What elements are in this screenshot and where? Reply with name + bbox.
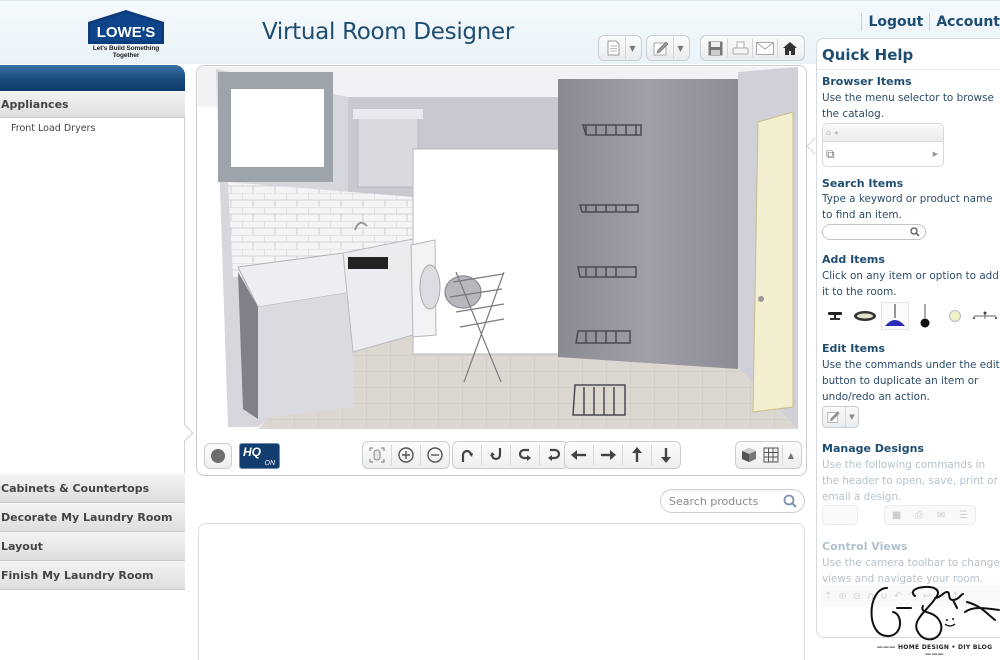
catalog-item-icon: ⧉ ▶: [823, 142, 943, 166]
help-text-browser-items: Use the menu selector to browse the cata…: [822, 92, 994, 120]
3d-viewport: HQ ON ▲: [196, 65, 807, 476]
help-text-manage-designs: Use the following commands in the header…: [822, 459, 998, 503]
logo-tagline: Let's Build Something Together: [92, 45, 160, 59]
file-menu-button[interactable]: ▼: [598, 35, 642, 61]
orbit-down-icon[interactable]: [482, 442, 510, 468]
help-text-search-items: Type a keyword or product name to find a…: [822, 193, 993, 221]
search-icon: [910, 227, 920, 237]
collapsed-categories: Cabinets & Countertops Decorate My Laund…: [0, 474, 185, 590]
laundry-room-scene: [198, 67, 798, 429]
document-icon[interactable]: [601, 37, 625, 59]
envelope-icon[interactable]: [753, 37, 777, 59]
logo-wordmark: LOWE'S: [97, 24, 156, 41]
quick-help-title: Quick Help: [822, 46, 914, 64]
zoom-in-icon[interactable]: [392, 442, 420, 468]
edit-menu-button[interactable]: ▼: [646, 35, 690, 61]
pan-down-icon[interactable]: [652, 442, 680, 468]
category-cabinets-countertops[interactable]: Cabinets & Countertops: [0, 474, 185, 503]
help-heading-control-views: Control Views: [822, 540, 908, 553]
help-heading-browser-items: Browser Items: [822, 75, 912, 88]
hq-label: HQ: [243, 445, 261, 459]
category-decorate-laundry-room[interactable]: Decorate My Laundry Room: [0, 503, 185, 532]
search-icon[interactable]: [783, 494, 797, 508]
lowes-logo[interactable]: LOWE'S Let's Build Something Together: [80, 10, 172, 59]
black-pendant-light-icon[interactable]: [911, 302, 939, 330]
pencil-icon: [823, 407, 845, 427]
help-heading-add-items: Add Items: [822, 253, 885, 266]
quick-help-panel: Quick Help Browser Items Use the menu se…: [816, 38, 1000, 638]
category-finish-laundry-room[interactable]: Finish My Laundry Room: [0, 561, 185, 590]
record-button[interactable]: [204, 443, 232, 469]
zoom-out-icon[interactable]: [421, 442, 449, 468]
pencil-icon[interactable]: [649, 37, 673, 59]
product-search-input[interactable]: [669, 493, 779, 510]
zoom-tools: [362, 441, 450, 469]
help-heading-search-items: Search Items: [822, 177, 904, 190]
chevron-down-icon[interactable]: ▼: [673, 37, 687, 59]
help-heading-edit-items: Edit Items: [822, 342, 886, 355]
home-back-icon: ⌂ ◂: [823, 124, 943, 142]
grid-2d-icon[interactable]: [760, 442, 782, 468]
divider: [861, 13, 863, 31]
record-dot-icon: [211, 449, 225, 463]
browser-illustration: ⌂ ◂ ⧉ ▶: [822, 123, 944, 167]
floppy-disk-icon[interactable]: [703, 37, 727, 59]
product-search-box: [660, 489, 805, 513]
signature-graphic: [870, 585, 1000, 641]
category-layout[interactable]: Layout: [0, 532, 185, 561]
chevron-down-icon: ▼: [845, 407, 858, 427]
track-light-icon[interactable]: [971, 302, 999, 330]
product-results-panel: [198, 523, 805, 660]
lowes-house-logo-icon: LOWE'S: [88, 10, 164, 44]
account-links: Logout Account: [855, 11, 1000, 33]
watermark-caption: ——— HOME DESIGN • DIY BLOG ———: [876, 644, 993, 658]
hq-state: ON: [264, 460, 276, 467]
divider: [817, 69, 1000, 70]
account-link[interactable]: Account: [936, 14, 1000, 30]
divider: [929, 13, 931, 31]
help-heading-manage-designs: Manage Designs: [822, 442, 924, 455]
hq-toggle[interactable]: HQ ON: [239, 443, 280, 469]
help-text-edit-items: Use the commands under the edit button t…: [822, 359, 1000, 403]
chevron-up-icon[interactable]: ▲: [783, 442, 799, 468]
logout-link[interactable]: Logout: [868, 14, 923, 30]
fit-view-icon[interactable]: [363, 442, 391, 468]
app-title: Virtual Room Designer: [262, 19, 514, 45]
home-icon[interactable]: [778, 37, 802, 59]
pan-up-icon[interactable]: [623, 442, 651, 468]
help-text-add-items: Click on any item or option to add it to…: [822, 270, 999, 298]
rotate-left-icon[interactable]: [511, 442, 539, 468]
blue-pendant-light-icon[interactable]: [881, 302, 909, 330]
globe-light-icon[interactable]: [941, 302, 969, 330]
printer-icon[interactable]: [728, 37, 752, 59]
view-mode-tools: ▲: [735, 441, 802, 469]
search-illustration: [822, 224, 926, 240]
envelope-icon: ✉: [936, 509, 946, 521]
3d-cube-icon[interactable]: [738, 442, 760, 468]
sample-items-row: [821, 302, 1000, 330]
flush-mount-light-icon[interactable]: [821, 302, 849, 330]
pan-tools: [564, 441, 681, 469]
pan-right-icon[interactable]: [594, 442, 622, 468]
printer-icon: ⎙: [915, 509, 924, 521]
floppy-disk-icon: ■: [891, 509, 902, 521]
design-actions-group: [700, 35, 805, 61]
chevron-down-icon[interactable]: ▼: [625, 37, 639, 59]
header-toolbar: ▼ ▼: [598, 35, 805, 61]
design-actions-illustration: ■ ⎙ ✉ ☰: [884, 505, 976, 525]
orbit-tools: [452, 441, 569, 469]
file-button-illustration: [822, 505, 858, 525]
pan-left-icon[interactable]: [565, 442, 593, 468]
orbit-up-icon[interactable]: [453, 442, 481, 468]
edit-button-illustration: ▼: [822, 406, 859, 428]
chevron-right-icon: ▶: [932, 150, 938, 158]
sidebar-header-bar: [0, 65, 185, 91]
list-icon: ☰: [959, 509, 969, 521]
sidebar-empty-area: [0, 137, 194, 473]
camera-toolbar: HQ ON ▲: [197, 436, 806, 472]
category-appliances[interactable]: Appliances: [0, 91, 185, 118]
ring-light-icon[interactable]: [851, 302, 879, 330]
room-3d-render[interactable]: [198, 67, 798, 429]
blog-watermark: ——— HOME DESIGN • DIY BLOG ———: [855, 578, 1000, 660]
